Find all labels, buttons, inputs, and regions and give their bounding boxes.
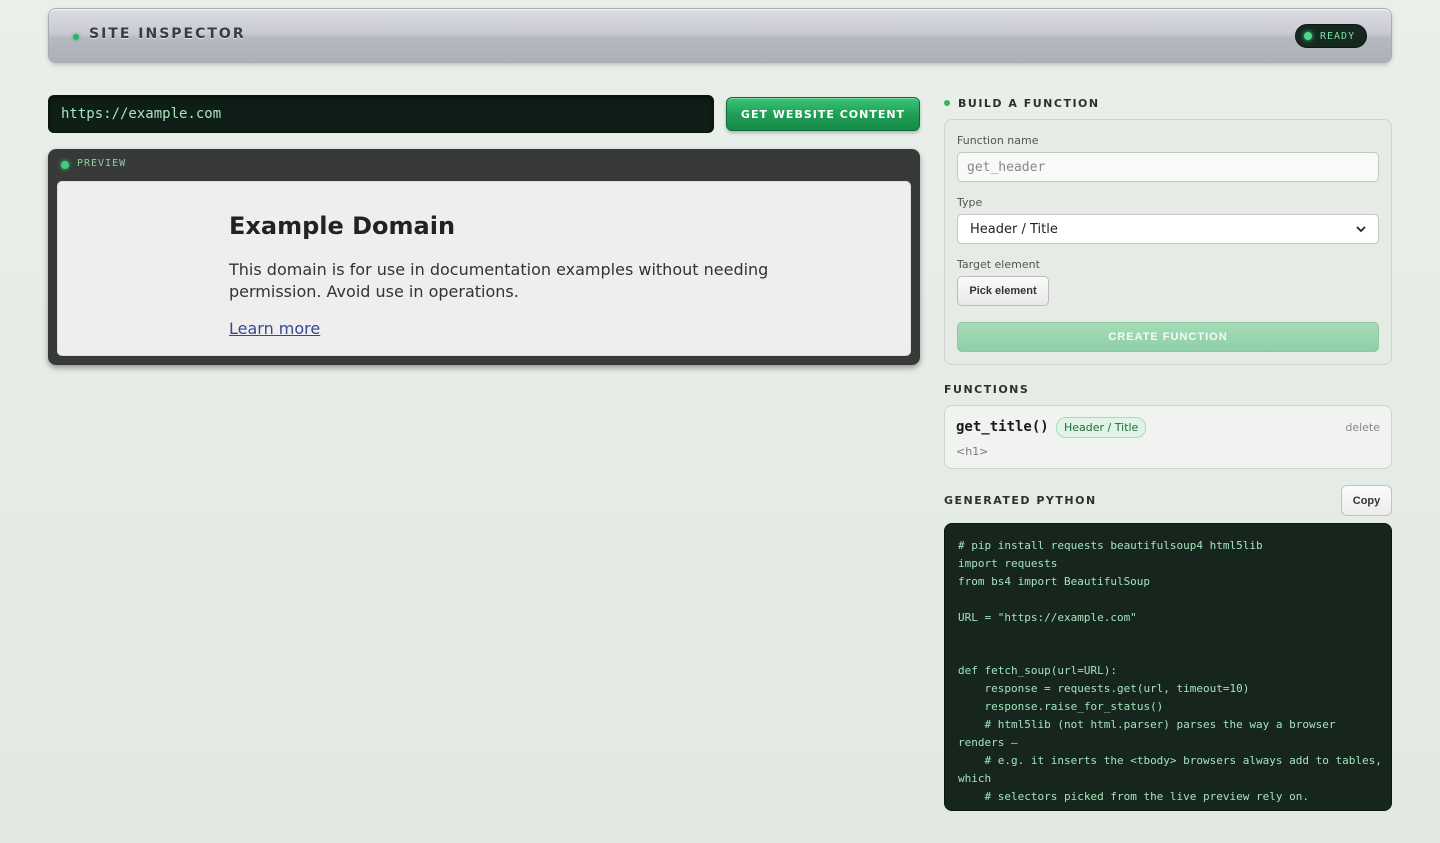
build-dot-icon [944,100,950,106]
function-type-badge: Header / Title [1056,417,1147,438]
preview-paragraph[interactable]: This domain is for use in documentation … [229,259,769,303]
generated-code: # pip install requests beautifulsoup4 ht… [958,539,1382,810]
chevron-down-icon [1356,225,1366,232]
function-selector: <h1> [956,445,989,458]
app-header: SITE INSPECTOR READY [48,8,1392,63]
preview-heading[interactable]: Example Domain [229,212,455,240]
function-name-label: Function name [957,134,1039,147]
preview-label: PREVIEW [77,158,127,169]
type-select-value: Header / Title [970,221,1058,237]
function-item-name: get_title() [956,419,1049,435]
status-badge: READY [1295,24,1367,48]
url-input[interactable] [48,95,714,133]
type-select[interactable]: Header / Title [957,214,1379,244]
app-title: SITE INSPECTOR [89,26,246,42]
functions-section-title: FUNCTIONS [944,383,1030,396]
preview-frame[interactable]: Example Domain This domain is for use in… [57,181,911,356]
generated-section-title: GENERATED PYTHON [944,494,1097,507]
delete-function-button[interactable]: delete [1345,421,1380,434]
target-element-label: Target element [957,258,1040,271]
code-output[interactable]: # pip install requests beautifulsoup4 ht… [944,523,1392,811]
learn-more-link[interactable]: Learn more [229,319,320,338]
status-dot-icon [73,34,79,40]
copy-button[interactable]: Copy [1341,485,1392,516]
preview-panel: PREVIEW Example Domain This domain is fo… [48,149,920,365]
build-section-title: BUILD A FUNCTION [958,97,1100,110]
led-icon [1304,32,1312,40]
create-function-button[interactable]: CREATE FUNCTION [957,322,1379,352]
build-function-card: Function name Type Header / Title Target… [944,119,1392,365]
get-website-content-button[interactable]: GET WEBSITE CONTENT [726,97,920,131]
pick-element-button[interactable]: Pick element [957,276,1049,306]
status-text: READY [1320,30,1356,42]
preview-led-icon [61,161,69,169]
function-item: get_title() Header / Title delete <h1> [944,405,1392,469]
function-name-input[interactable] [957,152,1379,182]
type-label: Type [957,196,983,209]
